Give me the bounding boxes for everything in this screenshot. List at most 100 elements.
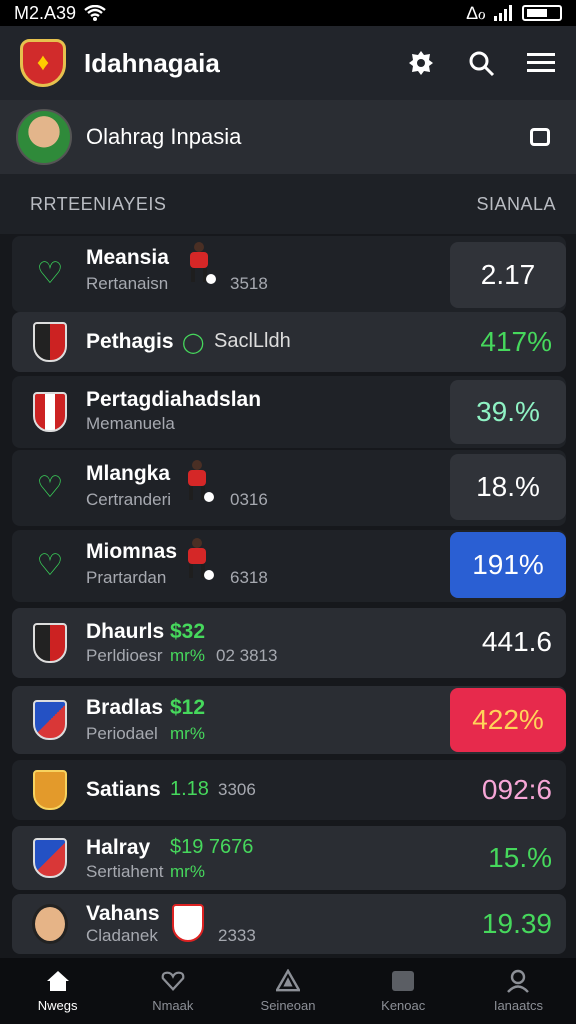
nav-item-profile[interactable]: Ianaatcs xyxy=(461,958,576,1024)
item-extra: SaclLldh xyxy=(214,330,291,352)
value-badge: 2.17 xyxy=(450,242,566,308)
item-extra: 3306 xyxy=(218,780,256,799)
heart-icon[interactable]: ♡ xyxy=(37,259,64,289)
item-extra: 6318 xyxy=(230,568,268,587)
item-value: 2.17 xyxy=(480,259,536,290)
item-value: 422% xyxy=(472,704,544,735)
item-sub: Sertiahent xyxy=(86,862,164,881)
settings-icon[interactable] xyxy=(406,48,436,78)
item-value: 191% xyxy=(472,549,544,580)
item-name: Vahans xyxy=(86,902,160,925)
item-extra: 02 3813 xyxy=(216,646,278,665)
item-name: Mlangka xyxy=(86,462,171,485)
item-sub: Rertanaisn xyxy=(86,274,169,293)
home-icon xyxy=(46,970,70,992)
item-extra: 3518 xyxy=(230,274,268,293)
list-item[interactable]: Pethagis ◯ SaclLldh 417% xyxy=(12,312,566,372)
item-name: Meansia xyxy=(86,246,169,269)
face-icon xyxy=(32,904,68,944)
battery-icon xyxy=(522,5,562,21)
item-sub: Perldioesr xyxy=(86,646,163,665)
shield-icon xyxy=(172,904,204,942)
signal-icon xyxy=(494,5,512,21)
section-header: RRTEENIAYEIS SIANALA xyxy=(0,174,576,234)
avatar xyxy=(16,109,72,165)
crest-icon xyxy=(33,392,67,432)
item-sub: Memanuela xyxy=(86,414,175,433)
player-icon xyxy=(180,460,214,502)
item-sub-extra: mr% xyxy=(170,724,205,743)
value-badge: 092:6 xyxy=(482,770,552,810)
item-value: 15.% xyxy=(488,842,552,873)
list-item[interactable]: ♡ Miomnas Prartardan 6318 191% xyxy=(12,530,566,602)
header-actions xyxy=(406,48,556,78)
wifi-icon xyxy=(84,5,106,21)
heart-icon[interactable]: ♡ xyxy=(37,551,64,581)
item-value: 092:6 xyxy=(481,774,552,805)
crest-icon xyxy=(33,838,67,878)
list-item[interactable]: Satians 1.18 3306 092:6 xyxy=(12,760,566,820)
value-badge: 422% xyxy=(450,688,566,752)
item-name-extra: 1.18 xyxy=(170,778,209,800)
carrier-icon: ∆ℴ xyxy=(466,2,486,23)
item-name-extra: $19 7676 xyxy=(170,836,254,858)
triangle-icon xyxy=(276,968,300,992)
crest-icon xyxy=(33,623,67,663)
status-time: M2.A39 xyxy=(14,2,77,23)
list-item[interactable]: Pertagdiahadslan Memanuela 39.% xyxy=(12,376,566,448)
item-name: Pertagdiahadslan xyxy=(86,388,262,411)
heart-icon[interactable]: ♡ xyxy=(37,473,64,503)
item-name: Miomnas xyxy=(86,540,178,563)
section-title-right: SIANALA xyxy=(476,193,556,214)
list-item[interactable]: Dhaurls $32 Perldioesr mr% 02 3813 441.6 xyxy=(12,608,566,678)
search-icon[interactable] xyxy=(466,48,496,78)
nav-label: Nwegs xyxy=(37,997,78,1013)
status-bar: M2.A39 ∆ℴ xyxy=(0,0,576,26)
profile-bar[interactable]: Olahrag Inpasia xyxy=(0,100,576,174)
square-icon xyxy=(391,970,415,992)
list-item[interactable]: Vahans Cladanek 2333 19.39 xyxy=(12,894,566,954)
bottom-nav: Nwegs Nmaak Seineoan Kenoac Ianaatcs xyxy=(0,958,576,1024)
nav-item-favorites[interactable]: Nmaak xyxy=(115,958,230,1024)
user-icon xyxy=(506,969,530,993)
item-value: 39.% xyxy=(476,396,540,427)
profile-name: Olahrag Inpasia xyxy=(86,124,242,149)
item-sub: Certranderi xyxy=(86,490,172,509)
menu-icon[interactable] xyxy=(526,48,556,78)
nav-item-home[interactable]: Nwegs xyxy=(0,958,115,1024)
nav-label: Ianaatcs xyxy=(493,997,543,1013)
crest-icon xyxy=(33,700,67,740)
item-extra: 2333 xyxy=(218,926,256,945)
nav-label: Nmaak xyxy=(152,997,194,1013)
item-sub-extra: mr% xyxy=(170,862,205,881)
item-name: Pethagis xyxy=(86,330,174,353)
crest-icon xyxy=(33,322,67,362)
value-badge: 18.% xyxy=(450,454,566,520)
item-value: 417% xyxy=(480,326,552,357)
value-badge: 191% xyxy=(450,532,566,598)
item-name: Halray xyxy=(86,836,151,859)
list-item[interactable]: ♡ Mlangka Certranderi 0316 18.% xyxy=(12,450,566,526)
list-item[interactable]: Bradlas $12 Periodael mr% 422% xyxy=(12,686,566,754)
heart-outline-icon xyxy=(161,970,185,992)
item-sub: Cladanek xyxy=(86,926,158,945)
item-name: Dhaurls xyxy=(86,620,165,643)
item-sub: Prartardan xyxy=(86,568,167,587)
value-badge: 19.39 xyxy=(482,904,552,944)
nav-label: Kenoac xyxy=(381,997,426,1013)
item-extra: 0316 xyxy=(230,490,268,509)
nav-item-news[interactable]: Kenoac xyxy=(346,958,461,1024)
app-header: ♦ Idahnagaia xyxy=(0,26,576,100)
value-badge: 417% xyxy=(480,322,552,362)
shield-crest-icon: ♦ xyxy=(20,39,66,87)
nav-item-explore[interactable]: Seineoan xyxy=(230,958,345,1024)
status-left: M2.A39 xyxy=(14,3,106,24)
checkbox-icon[interactable] xyxy=(530,128,550,146)
item-sub: Periodael xyxy=(86,724,158,743)
list-item[interactable]: ♡ Meansia Rertanaisn 3518 2.17 xyxy=(12,236,566,312)
value-badge: 441.6 xyxy=(482,622,552,662)
value-badge: 39.% xyxy=(450,380,566,444)
app-title: Idahnagaia xyxy=(84,47,220,78)
list-item[interactable]: Halray $19 7676 Sertiahent mr% 15.% xyxy=(12,826,566,890)
value-badge: 15.% xyxy=(488,838,552,878)
